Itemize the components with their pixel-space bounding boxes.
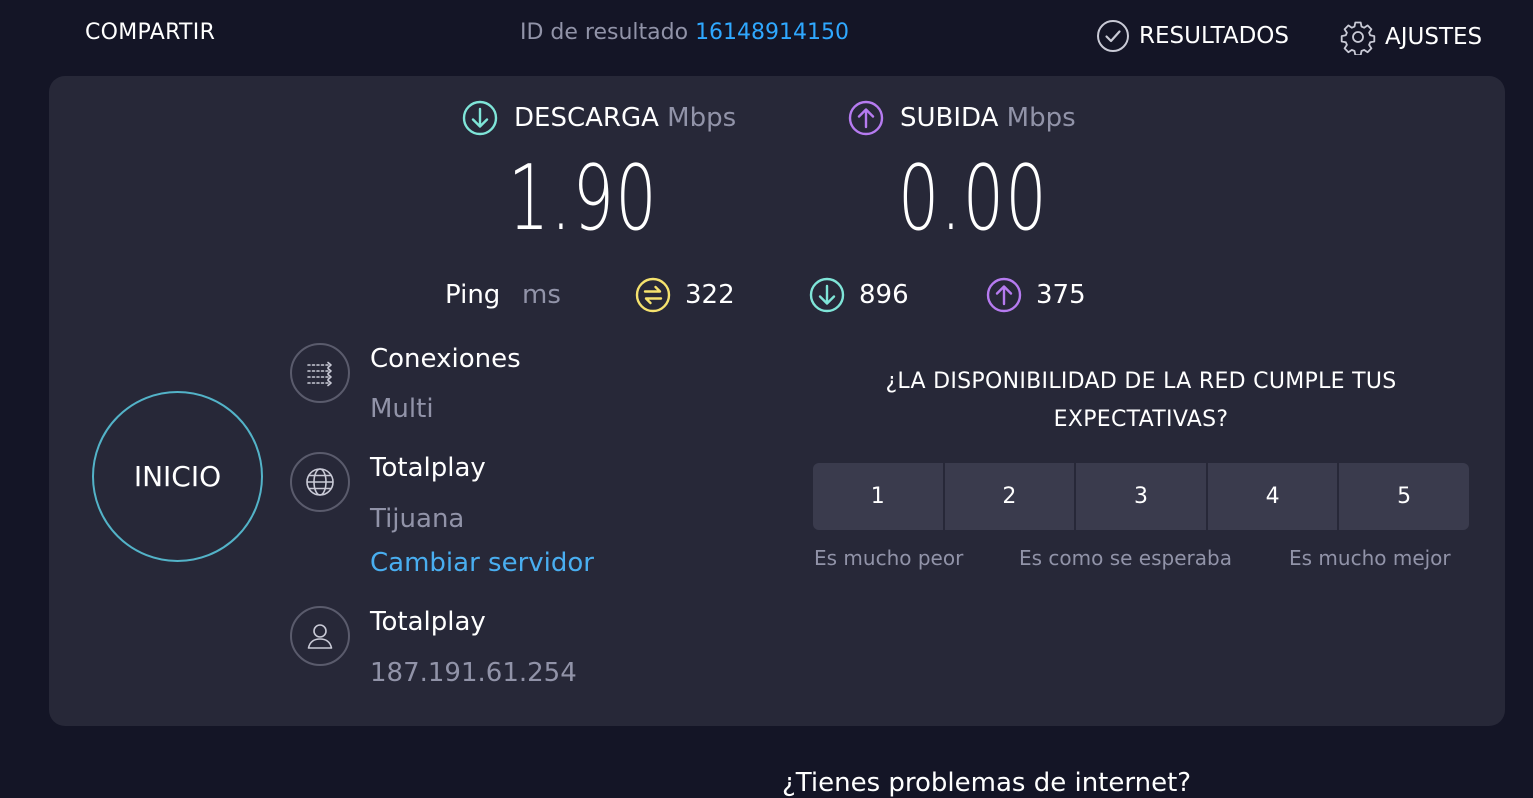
rating-option-3[interactable]: 3	[1076, 463, 1206, 530]
result-id: ID de resultado 16148914150	[520, 20, 849, 45]
server-location: Tijuana	[370, 504, 465, 534]
results-nav-label: RESULTADOS	[1139, 23, 1290, 49]
connections-value: Multi	[370, 394, 434, 424]
rating-high-label: Es mucho mejor	[1289, 546, 1451, 570]
user-icon	[290, 606, 350, 666]
globe-icon	[290, 452, 350, 512]
upload-label: SUBIDA	[900, 103, 999, 133]
change-server-link[interactable]: Cambiar servidor	[370, 548, 594, 578]
settings-nav-label: AJUSTES	[1385, 24, 1483, 50]
ping-unit: ms	[522, 280, 561, 310]
start-test-label: INICIO	[133, 460, 222, 493]
rating-option-2[interactable]: 2	[944, 463, 1075, 530]
provider-ip: 187.191.61.254	[370, 658, 577, 688]
download-speed-value: 1.90	[508, 146, 659, 251]
download-arrow-icon	[462, 100, 498, 136]
survey-question: ¿LA DISPONIBILIDAD DE LA RED CUMPLE TUS …	[885, 369, 1397, 432]
result-id-link[interactable]: 16148914150	[695, 20, 849, 45]
ping-download[interactable]: 896	[809, 275, 909, 315]
upload-arrow-icon	[848, 100, 884, 136]
upload-speed-value: 0.00	[898, 146, 1049, 251]
share-button[interactable]: COMPARTIR	[85, 20, 215, 45]
ping-upload[interactable]: 375	[986, 275, 1086, 315]
ping-upload-value: 375	[1036, 280, 1086, 310]
upload-unit: Mbps	[1006, 103, 1076, 133]
upload-arrow-icon	[986, 277, 1022, 313]
rating-option-5[interactable]: 5	[1339, 463, 1469, 530]
rating-option-4[interactable]: 4	[1207, 463, 1338, 530]
ping-download-value: 896	[859, 280, 909, 310]
rating-low-label: Es mucho peor	[814, 546, 964, 570]
ping-idle[interactable]: 322	[635, 275, 735, 315]
connections-title: Conexiones	[370, 344, 521, 374]
check-circle-icon	[1097, 20, 1129, 52]
rating-mid-label: Es como se esperaba	[1019, 546, 1232, 570]
result-id-label: ID de resultado	[520, 20, 689, 45]
upload-result: SUBIDA Mbps 0.00	[848, 100, 1106, 244]
ping-idle-value: 322	[685, 280, 735, 310]
gear-icon	[1340, 21, 1376, 55]
idle-latency-icon	[635, 277, 671, 313]
rating-option-1[interactable]: 1	[813, 463, 943, 530]
settings-nav-button[interactable]: AJUSTES	[1340, 19, 1482, 55]
top-bar: COMPARTIR ID de resultado 16148914150 RE…	[0, 0, 1533, 72]
internet-problems-heading: ¿Tienes problemas de internet?	[782, 768, 1192, 798]
provider-name: Totalplay	[370, 607, 486, 637]
results-nav-button[interactable]: RESULTADOS	[1096, 19, 1289, 53]
server-name: Totalplay	[370, 453, 486, 483]
download-label: DESCARGA	[514, 103, 659, 133]
start-test-button[interactable]: INICIO	[92, 391, 263, 562]
download-result: DESCARGA Mbps 1.90	[462, 100, 736, 244]
ping-label: Ping	[445, 280, 501, 310]
download-unit: Mbps	[667, 103, 737, 133]
download-arrow-icon	[809, 277, 845, 313]
rating-scale: 1 2 3 4 5	[813, 463, 1469, 530]
connections-icon	[290, 343, 350, 403]
